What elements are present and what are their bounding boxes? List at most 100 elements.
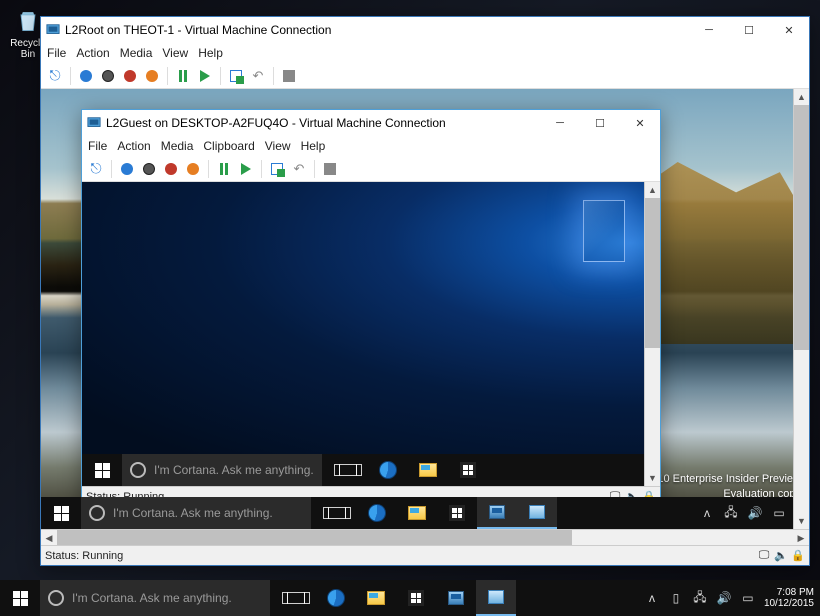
- lock-icon[interactable]: 🔒: [791, 549, 805, 563]
- turnoff-button[interactable]: [139, 159, 159, 179]
- outer-vm-display[interactable]: Windows 10 Enterprise Insider Preview Ev…: [41, 89, 809, 529]
- checkpoint-button[interactable]: [267, 159, 287, 179]
- menu-view[interactable]: View: [162, 46, 188, 60]
- vmconnect-taskbar-button[interactable]: [476, 580, 516, 616]
- file-explorer-button[interactable]: [408, 454, 448, 486]
- action-center-icon[interactable]: ▭: [740, 590, 756, 606]
- menu-file[interactable]: File: [88, 139, 107, 153]
- outer-window-title: L2Root on THEOT-1 - Virtual Machine Conn…: [65, 23, 689, 37]
- menu-media[interactable]: Media: [161, 139, 194, 153]
- shutdown-button[interactable]: [161, 159, 181, 179]
- outer-status-text: Status: Running: [45, 550, 123, 562]
- file-explorer-button[interactable]: [397, 497, 437, 529]
- outer-horizontal-scrollbar[interactable]: ◀ ▶: [41, 529, 809, 545]
- store-button[interactable]: [396, 580, 436, 616]
- volume-icon[interactable]: 🔊: [747, 505, 763, 521]
- menu-action[interactable]: Action: [117, 139, 150, 153]
- start-button[interactable]: [82, 454, 122, 486]
- save-button[interactable]: [183, 159, 203, 179]
- shutdown-button[interactable]: [120, 66, 140, 86]
- action-center-icon[interactable]: ▭: [771, 505, 787, 521]
- scroll-thumb[interactable]: [794, 105, 809, 350]
- pause-button[interactable]: [214, 159, 234, 179]
- start-button[interactable]: [41, 497, 81, 529]
- menu-help[interactable]: Help: [301, 139, 326, 153]
- tray-chevron-icon[interactable]: ʌ: [699, 505, 715, 521]
- volume-icon[interactable]: 🔊: [716, 590, 732, 606]
- scroll-left-icon[interactable]: ◀: [41, 530, 57, 546]
- save-button[interactable]: [142, 66, 162, 86]
- edge-button[interactable]: [316, 580, 356, 616]
- maximize-button[interactable]: ☐: [580, 110, 620, 136]
- checkpoint-button[interactable]: [226, 66, 246, 86]
- separator: [273, 67, 274, 85]
- enhanced-session-button[interactable]: [279, 66, 299, 86]
- network-icon[interactable]: 🖧: [723, 505, 739, 521]
- enhanced-session-button[interactable]: [320, 159, 340, 179]
- inner-toolbar: ⎋ ↶: [82, 156, 660, 182]
- menu-clipboard[interactable]: Clipboard: [203, 139, 254, 153]
- edge-button[interactable]: [368, 454, 408, 486]
- display-config-icon[interactable]: 🖵: [757, 549, 771, 563]
- speaker-icon[interactable]: 🔈: [774, 549, 788, 563]
- tray-chevron-icon[interactable]: ʌ: [644, 590, 660, 606]
- scroll-thumb[interactable]: [57, 530, 572, 545]
- task-view-button[interactable]: [328, 454, 368, 486]
- inner-vertical-scrollbar[interactable]: ▲ ▼: [644, 182, 660, 486]
- outer-task-icons: [317, 497, 557, 529]
- reset-button[interactable]: [195, 66, 215, 86]
- reset-button[interactable]: [236, 159, 256, 179]
- menu-help[interactable]: Help: [198, 46, 223, 60]
- menu-action[interactable]: Action: [76, 46, 109, 60]
- vmconnect-taskbar-button[interactable]: [517, 497, 557, 529]
- ctrl-alt-del-button[interactable]: ⎋: [86, 159, 106, 179]
- ctrl-alt-del-button[interactable]: ⎋: [45, 66, 65, 86]
- start-button[interactable]: [0, 580, 40, 616]
- hyperv-manager-button[interactable]: [436, 580, 476, 616]
- menu-media[interactable]: Media: [120, 46, 153, 60]
- pause-button[interactable]: [173, 66, 193, 86]
- cortana-search[interactable]: I'm Cortana. Ask me anything.: [122, 454, 322, 486]
- inner-titlebar[interactable]: L2Guest on DESKTOP-A2FUQ4O - Virtual Mac…: [82, 110, 660, 136]
- network-icon[interactable]: 🖧: [692, 590, 708, 606]
- maximize-button[interactable]: ☐: [729, 17, 769, 43]
- scroll-down-icon[interactable]: ▼: [794, 513, 809, 529]
- outer-statusbar: Status: Running 🖵 🔈 🔒: [41, 545, 809, 565]
- close-button[interactable]: ✕: [769, 17, 809, 43]
- clock[interactable]: 7:08 PM 10/12/2015: [764, 587, 814, 609]
- host-taskbar: I'm Cortana. Ask me anything. ʌ ▯ 🖧 🔊 ▭ …: [0, 580, 820, 616]
- menu-file[interactable]: File: [47, 46, 66, 60]
- scroll-thumb[interactable]: [645, 198, 660, 348]
- revert-button[interactable]: ↶: [289, 159, 309, 179]
- scroll-up-icon[interactable]: ▲: [645, 182, 660, 198]
- task-view-button[interactable]: [276, 580, 316, 616]
- cortana-icon: [89, 505, 105, 521]
- task-view-button[interactable]: [317, 497, 357, 529]
- turnoff-button[interactable]: [98, 66, 118, 86]
- outer-titlebar[interactable]: L2Root on THEOT-1 - Virtual Machine Conn…: [41, 17, 809, 43]
- scroll-down-icon[interactable]: ▼: [645, 470, 660, 486]
- store-button[interactable]: [437, 497, 477, 529]
- inner-vm-display[interactable]: I'm Cortana. Ask me anything. ▲ ▼: [82, 182, 660, 486]
- revert-button[interactable]: ↶: [248, 66, 268, 86]
- cortana-search[interactable]: I'm Cortana. Ask me anything.: [40, 580, 270, 616]
- minimize-button[interactable]: ─: [689, 17, 729, 43]
- outer-vertical-scrollbar[interactable]: ▲ ▼: [793, 89, 809, 529]
- close-button[interactable]: ✕: [620, 110, 660, 136]
- minimize-button[interactable]: ─: [540, 110, 580, 136]
- menu-view[interactable]: View: [265, 139, 291, 153]
- file-explorer-button[interactable]: [356, 580, 396, 616]
- separator: [111, 160, 112, 178]
- start-button[interactable]: [76, 66, 96, 86]
- inner-vm-window: L2Guest on DESKTOP-A2FUQ4O - Virtual Mac…: [81, 109, 661, 507]
- edge-button[interactable]: [357, 497, 397, 529]
- store-button[interactable]: [448, 454, 488, 486]
- cortana-search[interactable]: I'm Cortana. Ask me anything.: [81, 497, 311, 529]
- separator: [261, 160, 262, 178]
- battery-icon[interactable]: ▯: [668, 590, 684, 606]
- start-button[interactable]: [117, 159, 137, 179]
- hyperv-manager-button[interactable]: [477, 497, 517, 529]
- scroll-right-icon[interactable]: ▶: [793, 530, 809, 546]
- scroll-up-icon[interactable]: ▲: [794, 89, 809, 105]
- separator: [314, 160, 315, 178]
